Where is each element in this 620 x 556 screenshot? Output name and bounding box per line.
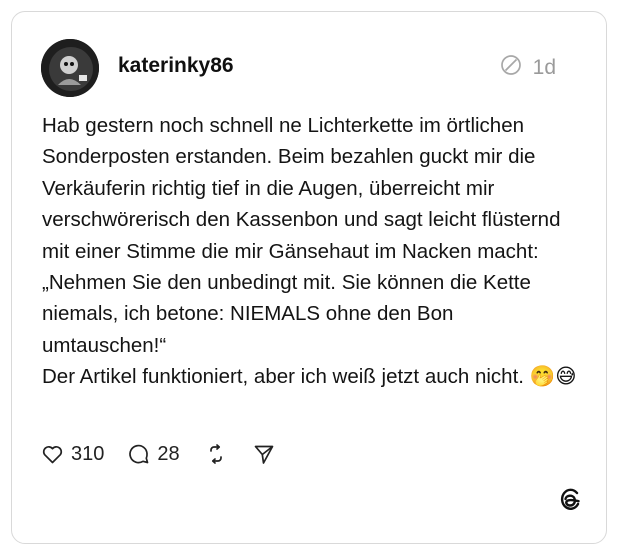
post-card: katerinky86 1d Hab gestern noch schnell …: [11, 11, 607, 544]
post-body: Hab gestern noch schnell ne Lichterkette…: [42, 110, 582, 393]
action-bar: 310 28: [40, 442, 276, 466]
reply-button[interactable]: 28: [126, 442, 180, 466]
like-count: 310: [71, 442, 105, 465]
threads-logo-icon[interactable]: [557, 485, 583, 518]
like-button[interactable]: 310: [40, 442, 104, 466]
heart-icon: [40, 442, 65, 466]
send-icon: [252, 442, 276, 466]
avatar[interactable]: [41, 39, 99, 97]
reply-count: 28: [157, 442, 180, 465]
share-button[interactable]: [252, 442, 276, 466]
avatar-image: [41, 39, 99, 97]
post-text: Hab gestern noch schnell ne Lichterkette…: [42, 114, 561, 389]
post-time[interactable]: 1d: [533, 56, 556, 80]
circle-slash-icon: [499, 53, 523, 83]
username[interactable]: katerinky86: [118, 54, 234, 78]
post-emojis: 🤭😅: [529, 365, 577, 389]
post-meta: 1d: [499, 53, 556, 83]
repost-button[interactable]: [204, 442, 228, 466]
repost-icon: [204, 442, 228, 466]
comment-icon: [126, 442, 151, 466]
